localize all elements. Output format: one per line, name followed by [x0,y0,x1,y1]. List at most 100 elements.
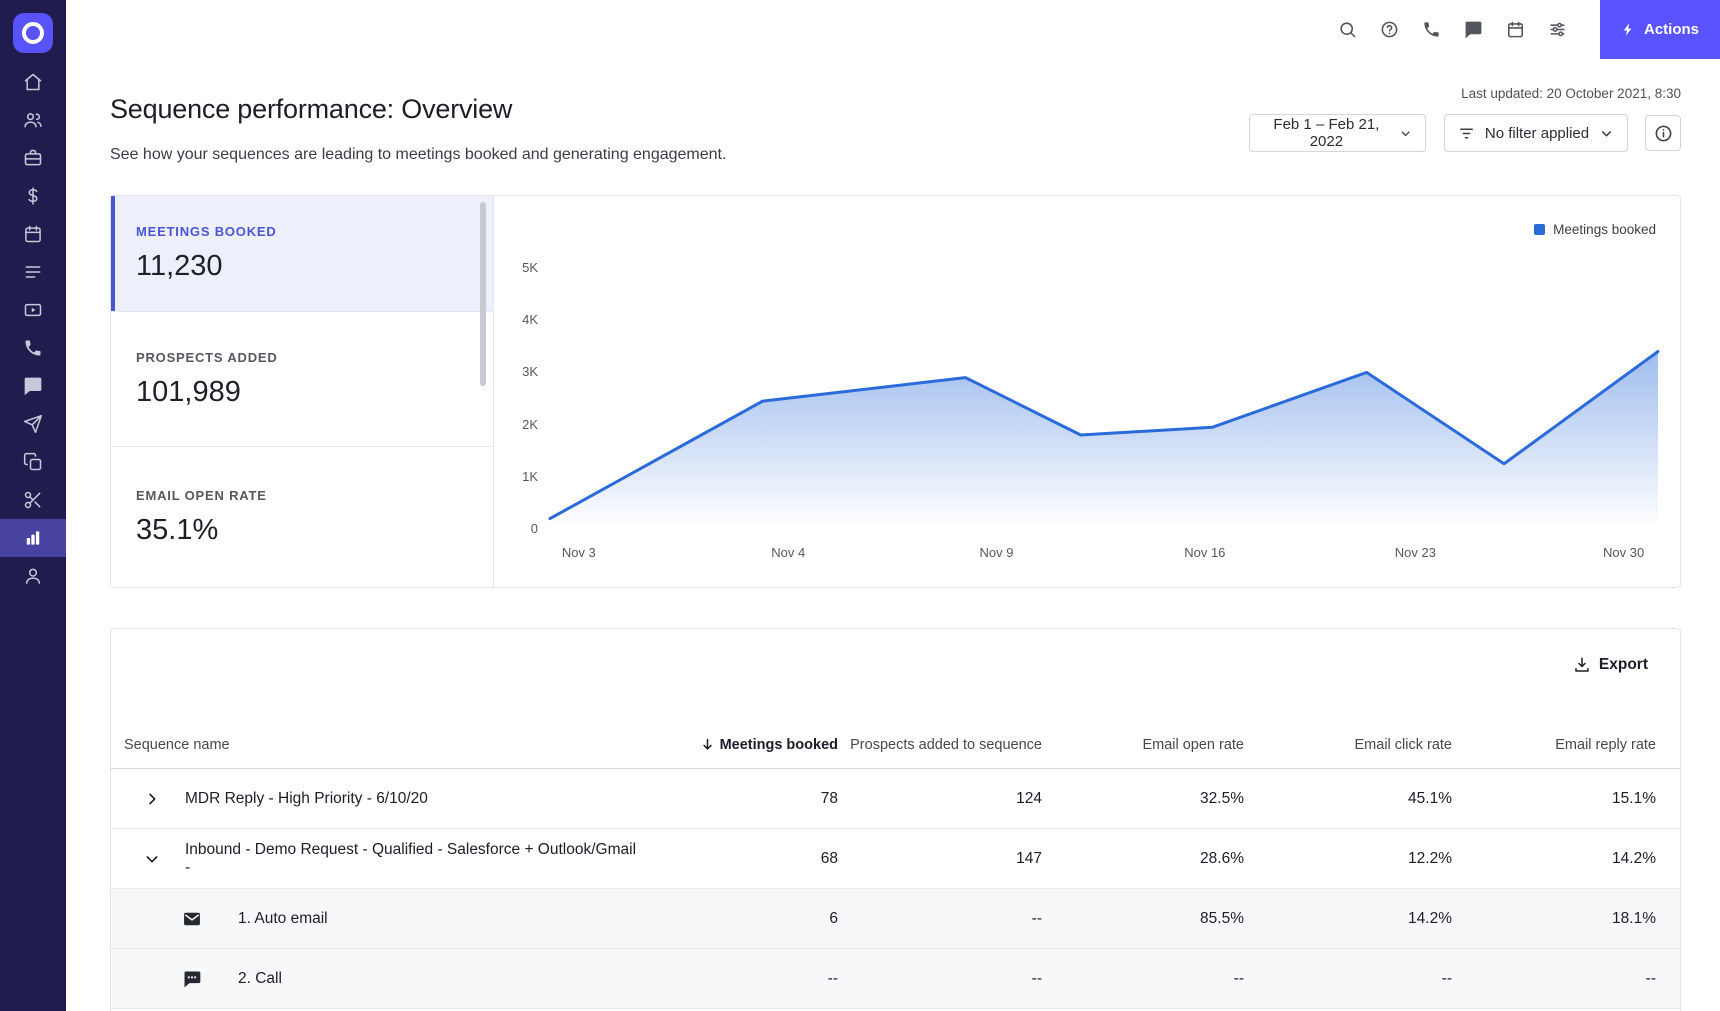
sidebar-item-calendar[interactable] [0,215,66,253]
sequence-step-row[interactable]: 2. Call -- -- -- -- -- [111,949,1680,1009]
info-icon [1655,125,1671,141]
collapse-row-button[interactable] [144,851,160,867]
phone-icon [25,340,41,356]
y-axis-tick: 4K [522,312,538,328]
dollar-icon [28,187,38,205]
column-header-email-open-rate[interactable]: Email open rate [1042,737,1244,753]
date-range-label: Feb 1 – Feb 21, 2022 [1273,116,1380,150]
chevron-down-icon [1401,130,1410,136]
calendar-icon [1507,21,1523,38]
prospects-added-value: 124 [1016,789,1042,807]
email-click-rate-value: -- [1441,969,1452,987]
sidebar-item-plays[interactable] [0,253,66,291]
sidebar-item-profile[interactable] [0,557,66,595]
sidebar-item-revenue[interactable] [0,177,66,215]
sidebar-item-templates[interactable] [0,443,66,481]
topbar: Actions [66,0,1720,59]
date-range-button[interactable]: Feb 1 – Feb 21, 2022 [1249,114,1426,152]
actions-label: Actions [1643,21,1699,38]
help-button[interactable] [1368,0,1410,59]
sidebar-item-conversations[interactable] [0,367,66,405]
sidebar-item-sequences[interactable] [0,405,66,443]
metric-value: 101,989 [136,375,241,408]
copy-icon [23,452,42,471]
page-subtitle: See how your sequences are leading to me… [110,146,727,163]
email-open-rate-value: 32.5% [1200,789,1244,807]
sidebar-item-meetings[interactable] [0,291,66,329]
people-icon [24,113,42,128]
email-reply-rate-value: -- [1645,969,1656,987]
x-axis-tick: Nov 23 [1394,545,1436,560]
filter-button[interactable]: No filter applied [1444,114,1628,152]
metrics-chart-card: MEETINGS BOOKED 11,230 PROSPECTS ADDED 1… [110,195,1681,588]
last-updated-text: Last updated: 20 October 2021, 8:30 [1461,86,1681,101]
sequence-step-row[interactable]: 1. Auto email 6 -- 85.5% 14.2% 18.1% [111,889,1680,949]
sidebar-item-people[interactable] [0,101,66,139]
chat-button[interactable] [1452,0,1494,59]
settings-sliders-button[interactable] [1536,0,1578,59]
expand-row-button[interactable] [144,791,160,807]
email-reply-rate-value: 14.2% [1612,849,1656,867]
download-icon [1575,657,1589,672]
sidebar-item-home[interactable] [0,63,66,101]
email-open-rate-value: -- [1233,969,1244,987]
actions-button[interactable]: Actions [1600,0,1720,59]
sort-descending-icon [702,738,712,750]
metric-tile-meetings-booked[interactable]: MEETINGS BOOKED 11,230 [111,196,493,311]
metric-value: 35.1% [136,513,219,546]
meetings-booked-value: 78 [820,789,838,807]
sidebar-nav [0,63,66,595]
column-header-email-reply-rate[interactable]: Email reply rate [1452,737,1656,753]
export-label: Export [1598,656,1648,673]
sequence-name: Inbound - Demo Request - Qualified - Sal… [185,840,637,876]
app-logo[interactable] [13,13,53,53]
prospects-added-value: 147 [1016,849,1042,867]
column-header-sequence-name[interactable]: Sequence name [124,737,638,753]
email-open-rate-value: 28.6% [1200,849,1244,867]
sidebar-item-snippets[interactable] [0,481,66,519]
y-axis-tick: 2K [522,416,538,432]
sidebar-item-reports[interactable] [0,519,66,557]
table-row[interactable]: MDR Reply - High Priority - 6/10/20 78 1… [111,769,1680,829]
home-icon [24,73,42,91]
table-header-row: Sequence name Meetings booked Prospects … [111,721,1680,769]
scissors-icon [24,491,41,509]
chevron-down-icon [146,855,158,862]
chevron-right-icon [149,793,156,804]
metric-tile-email-open-rate[interactable]: EMAIL OPEN RATE 35.1% [111,446,493,587]
logo-ring-icon [22,22,44,44]
metric-tile-prospects-added[interactable]: PROSPECTS ADDED 101,989 [111,311,493,446]
person-icon [26,568,40,584]
column-header-email-click-rate[interactable]: Email click rate [1244,737,1453,753]
table-toolbar: Export [111,629,1680,695]
briefcase-icon [24,149,42,166]
phone-button[interactable] [1410,0,1452,59]
export-button[interactable]: Export [1567,655,1654,675]
sidebar-item-calls[interactable] [0,329,66,367]
table-row[interactable]: Inbound - Demo Request - Qualified - Sal… [111,829,1680,889]
page-title: Sequence performance: Overview [110,94,513,124]
calendar-button[interactable] [1494,0,1536,59]
chart-area-fill [550,351,1658,529]
y-axis-tick: 0 [530,521,538,536]
metrics-scrollbar[interactable] [480,202,486,386]
filter-label: No filter applied [1484,124,1590,142]
x-axis-tick: Nov 30 [1603,545,1645,560]
column-header-prospects-added[interactable]: Prospects added to sequence [838,737,1042,753]
stack-icon [25,266,41,278]
x-axis-tick: Nov 3 [561,545,596,560]
x-axis-tick: Nov 16 [1184,545,1226,560]
x-axis-tick: Nov 9 [979,545,1014,560]
column-header-meetings-booked[interactable]: Meetings booked [638,737,838,753]
call-icon [184,971,201,987]
email-open-rate-value: 85.5% [1200,909,1244,927]
email-click-rate-value: 14.2% [1408,909,1452,927]
sidebar-item-opportunities[interactable] [0,139,66,177]
app-root: Actions Sequence performance: Overview S… [0,0,1720,1011]
email-click-rate-value: 45.1% [1408,789,1452,807]
prospects-added-value: -- [1031,909,1042,927]
sequence-table-card: Export Sequence name Meetings booked Pro… [110,628,1681,1011]
info-button[interactable] [1645,115,1681,151]
search-button[interactable] [1326,0,1368,59]
meetings-booked-value: 6 [829,909,838,927]
